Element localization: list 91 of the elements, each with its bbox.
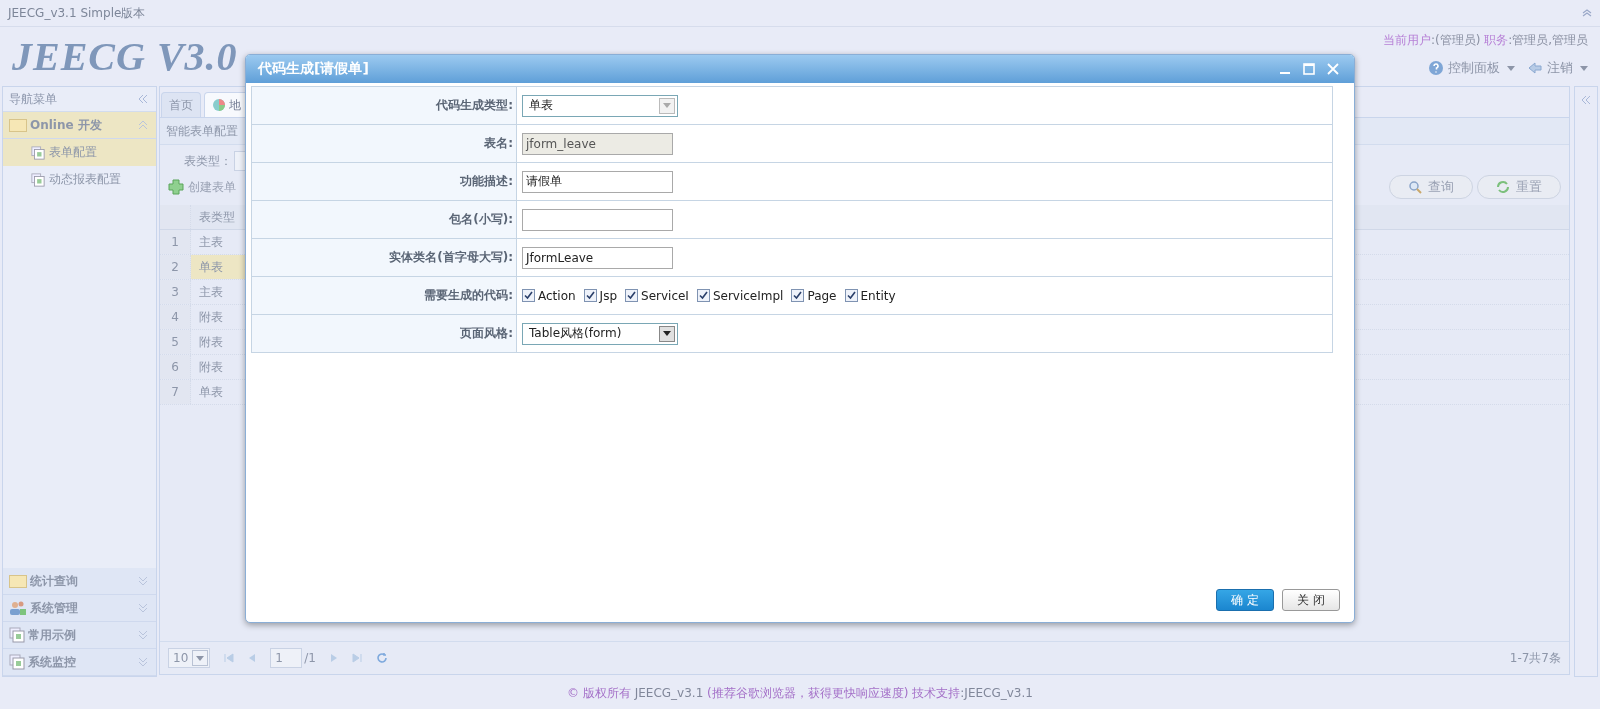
dropdown-button[interactable] [659, 325, 675, 342]
menu-group[interactable]: 常用示例 [3, 622, 156, 649]
expand-left-icon[interactable] [1581, 95, 1591, 105]
expand-icon[interactable] [138, 576, 148, 586]
search-label: 表类型： [184, 152, 232, 170]
row-number: 3 [160, 280, 191, 304]
input-field[interactable]: jform_leave [522, 132, 673, 155]
field-label: 页面风格: [251, 314, 517, 353]
user-info: 当前用户:(管理员) 职务:管理员,管理员 [1382, 32, 1588, 49]
caret-icon[interactable] [196, 655, 205, 661]
users-icon [9, 600, 27, 616]
pager-summary: 1-7共7条 [1509, 649, 1561, 667]
confirm-button[interactable]: 确 定 [1216, 589, 1275, 611]
pie-chart-icon [212, 98, 226, 112]
folder-icon [9, 118, 27, 132]
folder-icon [9, 574, 27, 588]
sidebar-item[interactable]: 表单配置 [3, 139, 156, 166]
row-number: 6 [160, 355, 191, 379]
header-menu[interactable]: 控制面板 [1428, 59, 1515, 77]
header-menu[interactable]: 注销 [1527, 59, 1588, 77]
last-page-icon[interactable] [351, 653, 362, 663]
collapse-left-icon[interactable] [138, 94, 148, 104]
checkbox-label: Action [538, 288, 576, 303]
checkbox[interactable] [844, 289, 858, 302]
plus-icon [168, 179, 184, 195]
windows-icon [31, 172, 45, 187]
checkbox[interactable] [625, 289, 638, 302]
collapse-icon[interactable] [138, 120, 148, 130]
row-number: 7 [160, 380, 191, 404]
input-field[interactable]: JformLeave [522, 246, 673, 269]
create-form-button[interactable]: 创建表单 [168, 178, 236, 196]
field-label: 包名(小写): [251, 200, 517, 239]
row-number: 2 [160, 255, 191, 279]
page-size-select[interactable]: 10 [168, 648, 211, 668]
checkbox[interactable] [696, 289, 710, 302]
row-number: 1 [160, 230, 191, 254]
dialog-title: 代码生成[请假单] [258, 60, 369, 78]
menu-group[interactable]: 统计查询 [3, 568, 156, 595]
page-number-field[interactable]: 1 [270, 648, 303, 668]
menu-group[interactable]: Online 开发 [3, 112, 156, 139]
checkbox[interactable] [791, 289, 805, 302]
previous-page-icon[interactable] [248, 653, 257, 663]
menu-group[interactable]: 系统管理 [3, 595, 156, 622]
checkbox-label: Page [807, 288, 837, 303]
close-icon[interactable] [1326, 62, 1340, 76]
caret-icon[interactable] [1507, 65, 1515, 71]
page-count: /1 [304, 651, 316, 665]
caret-icon[interactable] [1580, 65, 1588, 71]
checkbox-label: ServiceI [641, 288, 689, 303]
checkbox-label: ServiceImpl [712, 288, 784, 303]
checkbox-label: Entity [860, 288, 896, 303]
sidebar-title: 导航菜单 [9, 90, 57, 108]
reset-button[interactable]: 重置 [1477, 175, 1561, 199]
help-icon[interactable] [1428, 60, 1444, 76]
windows-icon [9, 654, 25, 670]
field-label: 表名: [251, 124, 517, 163]
footer-text: © 版权所有 JEECG_v3.1 (推荐谷歌浏览器，获得更快响应速度) 技术支持:JEECG_v3.1 [567, 684, 1033, 702]
field-label: 实体类名(首字母大写): [251, 238, 517, 277]
app-title: JEECG_v3.1 Simple版本 [8, 4, 146, 22]
checkbox[interactable] [522, 289, 535, 302]
tab[interactable]: 首页 [161, 92, 201, 117]
query-button[interactable]: 查询 [1389, 175, 1473, 199]
sidebar-item[interactable]: 动态报表配置 [3, 166, 156, 193]
arrow-left-icon[interactable] [1527, 60, 1543, 76]
search-icon [1408, 180, 1422, 194]
row-number: 5 [160, 330, 191, 354]
input-field[interactable]: 请假单 [522, 170, 673, 193]
next-page-icon[interactable] [329, 653, 338, 663]
field-label: 需要生成的代码: [251, 276, 517, 315]
field-label: 代码生成类型: [251, 86, 517, 125]
input-field[interactable] [522, 208, 673, 231]
menu-group[interactable]: 系统监控 [3, 649, 156, 676]
expand-icon[interactable] [138, 657, 148, 667]
first-page-icon[interactable] [224, 653, 235, 663]
checkbox[interactable] [583, 289, 597, 302]
close-button[interactable]: 关 闭 [1282, 589, 1340, 611]
windows-icon [9, 627, 25, 643]
maximize-icon[interactable] [1302, 62, 1316, 76]
caret-icon [663, 103, 671, 108]
refresh-icon[interactable] [375, 652, 388, 664]
expand-icon[interactable] [138, 603, 148, 613]
field-label: 功能描述: [251, 162, 517, 201]
caret-icon [663, 331, 671, 336]
row-number: 4 [160, 305, 191, 329]
logo: JEECG V3.0 [12, 33, 238, 81]
windows-icon [31, 145, 45, 160]
collapse-up-icon[interactable] [1582, 9, 1592, 17]
select-field[interactable]: Table风格(form) [522, 322, 678, 345]
checkbox-label: Jsp [599, 288, 617, 303]
expand-icon[interactable] [138, 630, 148, 640]
refresh-icon [1496, 180, 1510, 194]
